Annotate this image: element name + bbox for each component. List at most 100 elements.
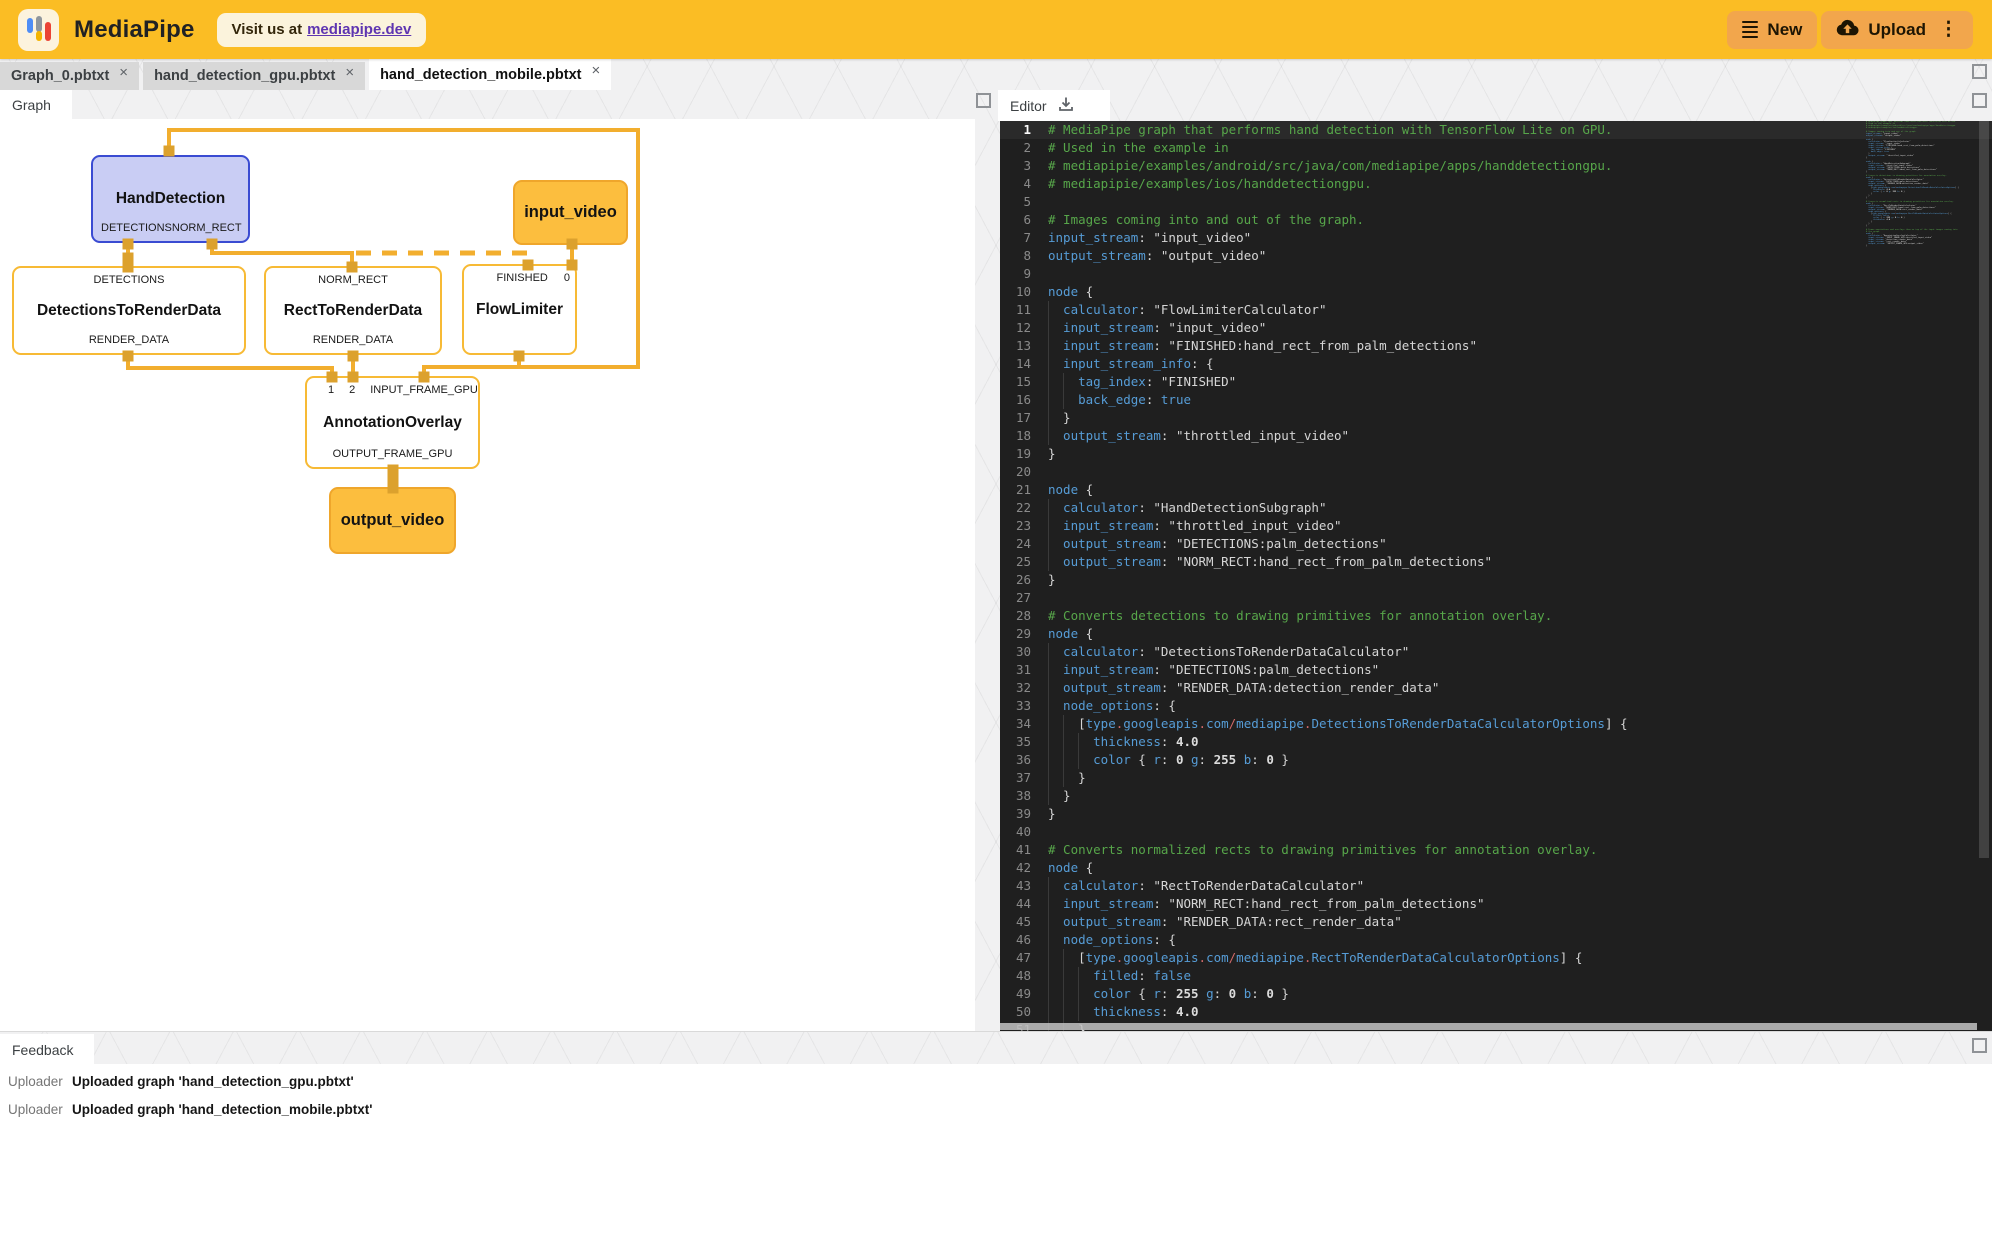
feedback-message: Uploaded graph 'hand_detection_gpu.pbtxt… bbox=[72, 1074, 354, 1089]
file-tab[interactable]: hand_detection_gpu.pbtxt× bbox=[143, 62, 365, 90]
code-editor[interactable]: 1# MediaPipe graph that performs hand de… bbox=[1000, 121, 1992, 1031]
code-line: 37} bbox=[1000, 769, 1992, 787]
feedback-log: UploaderUploaded graph 'hand_detection_g… bbox=[0, 1064, 1992, 1236]
code-line: 16back_edge: true bbox=[1000, 391, 1992, 409]
code-line: 46node_options: { bbox=[1000, 931, 1992, 949]
code-line: 18output_stream: "throttled_input_video" bbox=[1000, 427, 1992, 445]
code-line: } bbox=[1866, 245, 1977, 247]
visit-text: Visit us at bbox=[232, 21, 303, 38]
node-hand-detection[interactable]: HandDetection DETECTIONS NORM_RECT bbox=[91, 155, 250, 243]
code-line: 20 bbox=[1000, 463, 1992, 481]
port-label-finished: FINISHED bbox=[497, 272, 548, 284]
node-title: DetectionsToRenderData bbox=[14, 302, 244, 320]
code-line: 4# mediapipie/examples/ios/handdetection… bbox=[1000, 175, 1992, 193]
new-button[interactable]: New bbox=[1727, 11, 1817, 49]
code-line: 45output_stream: "RENDER_DATA:rect_rende… bbox=[1000, 913, 1992, 931]
node-title: AnnotationOverlay bbox=[307, 414, 478, 432]
code-line: 50thickness: 4.0 bbox=[1000, 1003, 1992, 1021]
node-rect-to-render-data[interactable]: NORM_RECT RectToRenderData RENDER_DATA bbox=[264, 266, 442, 355]
feedback-panel-maximize-icon[interactable] bbox=[1972, 1038, 1987, 1053]
code-line: 49color { r: 255 g: 0 b: 0 } bbox=[1000, 985, 1992, 1003]
graph-canvas[interactable]: HandDetection DETECTIONS NORM_RECT input… bbox=[0, 119, 975, 1031]
code-line: 25output_stream: "NORM_RECT:hand_rect_fr… bbox=[1000, 553, 1992, 571]
app-header: MediaPipe Visit us at mediapipe.dev New … bbox=[0, 0, 1992, 59]
new-button-label: New bbox=[1767, 20, 1802, 40]
close-icon[interactable]: × bbox=[592, 62, 601, 79]
code-line: 1# MediaPipe graph that performs hand de… bbox=[1000, 121, 1992, 139]
port-label-norm-rect: NORM_RECT bbox=[266, 274, 440, 286]
tab-editor[interactable]: Editor bbox=[998, 90, 1110, 121]
feedback-message: Uploaded graph 'hand_detection_mobile.pb… bbox=[72, 1102, 372, 1117]
download-icon[interactable] bbox=[1056, 96, 1076, 116]
port-label-input-frame-gpu: INPUT_FRAME_GPU bbox=[370, 384, 478, 396]
code-line: 34[type.googleapis.com/mediapipe.Detecti… bbox=[1000, 715, 1992, 733]
visit-pill: Visit us at mediapipe.dev bbox=[217, 13, 427, 47]
node-title: output_video bbox=[341, 511, 445, 530]
upload-menu-kebab-icon[interactable]: ⋮ bbox=[1939, 20, 1958, 39]
header-actions: New Upload ⋮ bbox=[1727, 11, 1973, 49]
editor-panel-maximize-icon[interactable] bbox=[1972, 93, 1987, 108]
code-line: 6# Images coming into and out of the gra… bbox=[1000, 211, 1992, 229]
mediapipe-logo-icon bbox=[18, 9, 59, 51]
code-line: 43calculator: "RectToRenderDataCalculato… bbox=[1000, 877, 1992, 895]
code-line: 36color { r: 0 g: 255 b: 0 } bbox=[1000, 751, 1992, 769]
node-title: FlowLimiter bbox=[464, 301, 575, 319]
file-tab-bar: Graph_0.pbtxt×hand_detection_gpu.pbtxt×h… bbox=[0, 59, 615, 90]
port-label-render-data: RENDER_DATA bbox=[14, 334, 244, 346]
close-icon[interactable]: × bbox=[345, 64, 354, 81]
feedback-source: Uploader bbox=[8, 1074, 70, 1089]
port-label-detections: DETECTIONS bbox=[14, 274, 244, 286]
file-tab[interactable]: Graph_0.pbtxt× bbox=[0, 62, 139, 90]
code-line: 31input_stream: "DETECTIONS:palm_detecti… bbox=[1000, 661, 1992, 679]
code-line: 41# Converts normalized rects to drawing… bbox=[1000, 841, 1992, 859]
editor-minimap[interactable]: # MediaPipe graph that performs hand det… bbox=[1866, 121, 1977, 441]
port-label-render-data: RENDER_DATA bbox=[266, 334, 440, 346]
file-tab[interactable]: hand_detection_mobile.pbtxt × bbox=[369, 59, 611, 90]
node-flow-limiter[interactable]: FINISHED 0 FlowLimiter bbox=[462, 264, 577, 355]
editor-vertical-scrollbar[interactable] bbox=[1979, 121, 1989, 858]
feedback-entry: UploaderUploaded graph 'hand_detection_g… bbox=[0, 1067, 1992, 1095]
upload-cloud-icon bbox=[1836, 18, 1859, 41]
node-input-video[interactable]: input_video bbox=[513, 180, 628, 245]
tab-feedback[interactable]: Feedback bbox=[0, 1034, 94, 1065]
editor-horizontal-scrollbar[interactable] bbox=[1000, 1023, 1977, 1030]
code-line: 2# Used in the example in bbox=[1000, 139, 1992, 157]
feedback-entry: UploaderUploaded graph 'hand_detection_m… bbox=[0, 1095, 1992, 1123]
code-line: 40 bbox=[1000, 823, 1992, 841]
code-line: 8output_stream: "output_video" bbox=[1000, 247, 1992, 265]
code-line: 17} bbox=[1000, 409, 1992, 427]
code-line: 19} bbox=[1000, 445, 1992, 463]
file-tab-label: hand_detection_mobile.pbtxt bbox=[380, 67, 581, 83]
upload-button[interactable]: Upload ⋮ bbox=[1821, 11, 1973, 49]
graph-panel-maximize-icon[interactable] bbox=[976, 93, 991, 108]
code-line: 3# mediapipie/examples/android/src/java/… bbox=[1000, 157, 1992, 175]
code-line: 21node { bbox=[1000, 481, 1992, 499]
node-annotation-overlay[interactable]: 1 2 INPUT_FRAME_GPU AnnotationOverlay OU… bbox=[305, 376, 480, 469]
mediapipe-visualizer-app: MediaPipe Visit us at mediapipe.dev New … bbox=[0, 0, 1992, 1236]
feedback-source: Uploader bbox=[8, 1102, 70, 1117]
code-line: 22calculator: "HandDetectionSubgraph" bbox=[1000, 499, 1992, 517]
code-line: 13input_stream: "FINISHED:hand_rect_from… bbox=[1000, 337, 1992, 355]
node-title: input_video bbox=[524, 203, 617, 222]
upload-button-label: Upload bbox=[1868, 20, 1926, 40]
node-output-video[interactable]: output_video bbox=[329, 487, 456, 554]
code-line: 30calculator: "DetectionsToRenderDataCal… bbox=[1000, 643, 1992, 661]
tab-graph[interactable]: Graph bbox=[0, 90, 72, 119]
code-line: 7input_stream: "input_video" bbox=[1000, 229, 1992, 247]
tab-editor-label: Editor bbox=[1010, 98, 1047, 114]
code-lines[interactable]: 1# MediaPipe graph that performs hand de… bbox=[1000, 121, 1992, 1031]
code-line: 11calculator: "FlowLimiterCalculator" bbox=[1000, 301, 1992, 319]
close-icon[interactable]: × bbox=[119, 64, 128, 81]
tab-feedback-label: Feedback bbox=[12, 1042, 73, 1058]
code-line: 9 bbox=[1000, 265, 1992, 283]
workspace-maximize-icon[interactable] bbox=[1972, 64, 1987, 79]
code-line: 33node_options: { bbox=[1000, 697, 1992, 715]
app-title: MediaPipe bbox=[74, 16, 195, 44]
code-line: 35thickness: 4.0 bbox=[1000, 733, 1992, 751]
code-line: 44input_stream: "NORM_RECT:hand_rect_fro… bbox=[1000, 895, 1992, 913]
node-detections-to-render-data[interactable]: DETECTIONS DetectionsToRenderData RENDER… bbox=[12, 266, 246, 355]
port-label-2: 2 bbox=[349, 384, 355, 396]
mediapipe-dev-link[interactable]: mediapipe.dev bbox=[307, 21, 411, 38]
node-title: HandDetection bbox=[93, 190, 248, 208]
feedback-tab-strip: Feedback bbox=[0, 1031, 1992, 1065]
